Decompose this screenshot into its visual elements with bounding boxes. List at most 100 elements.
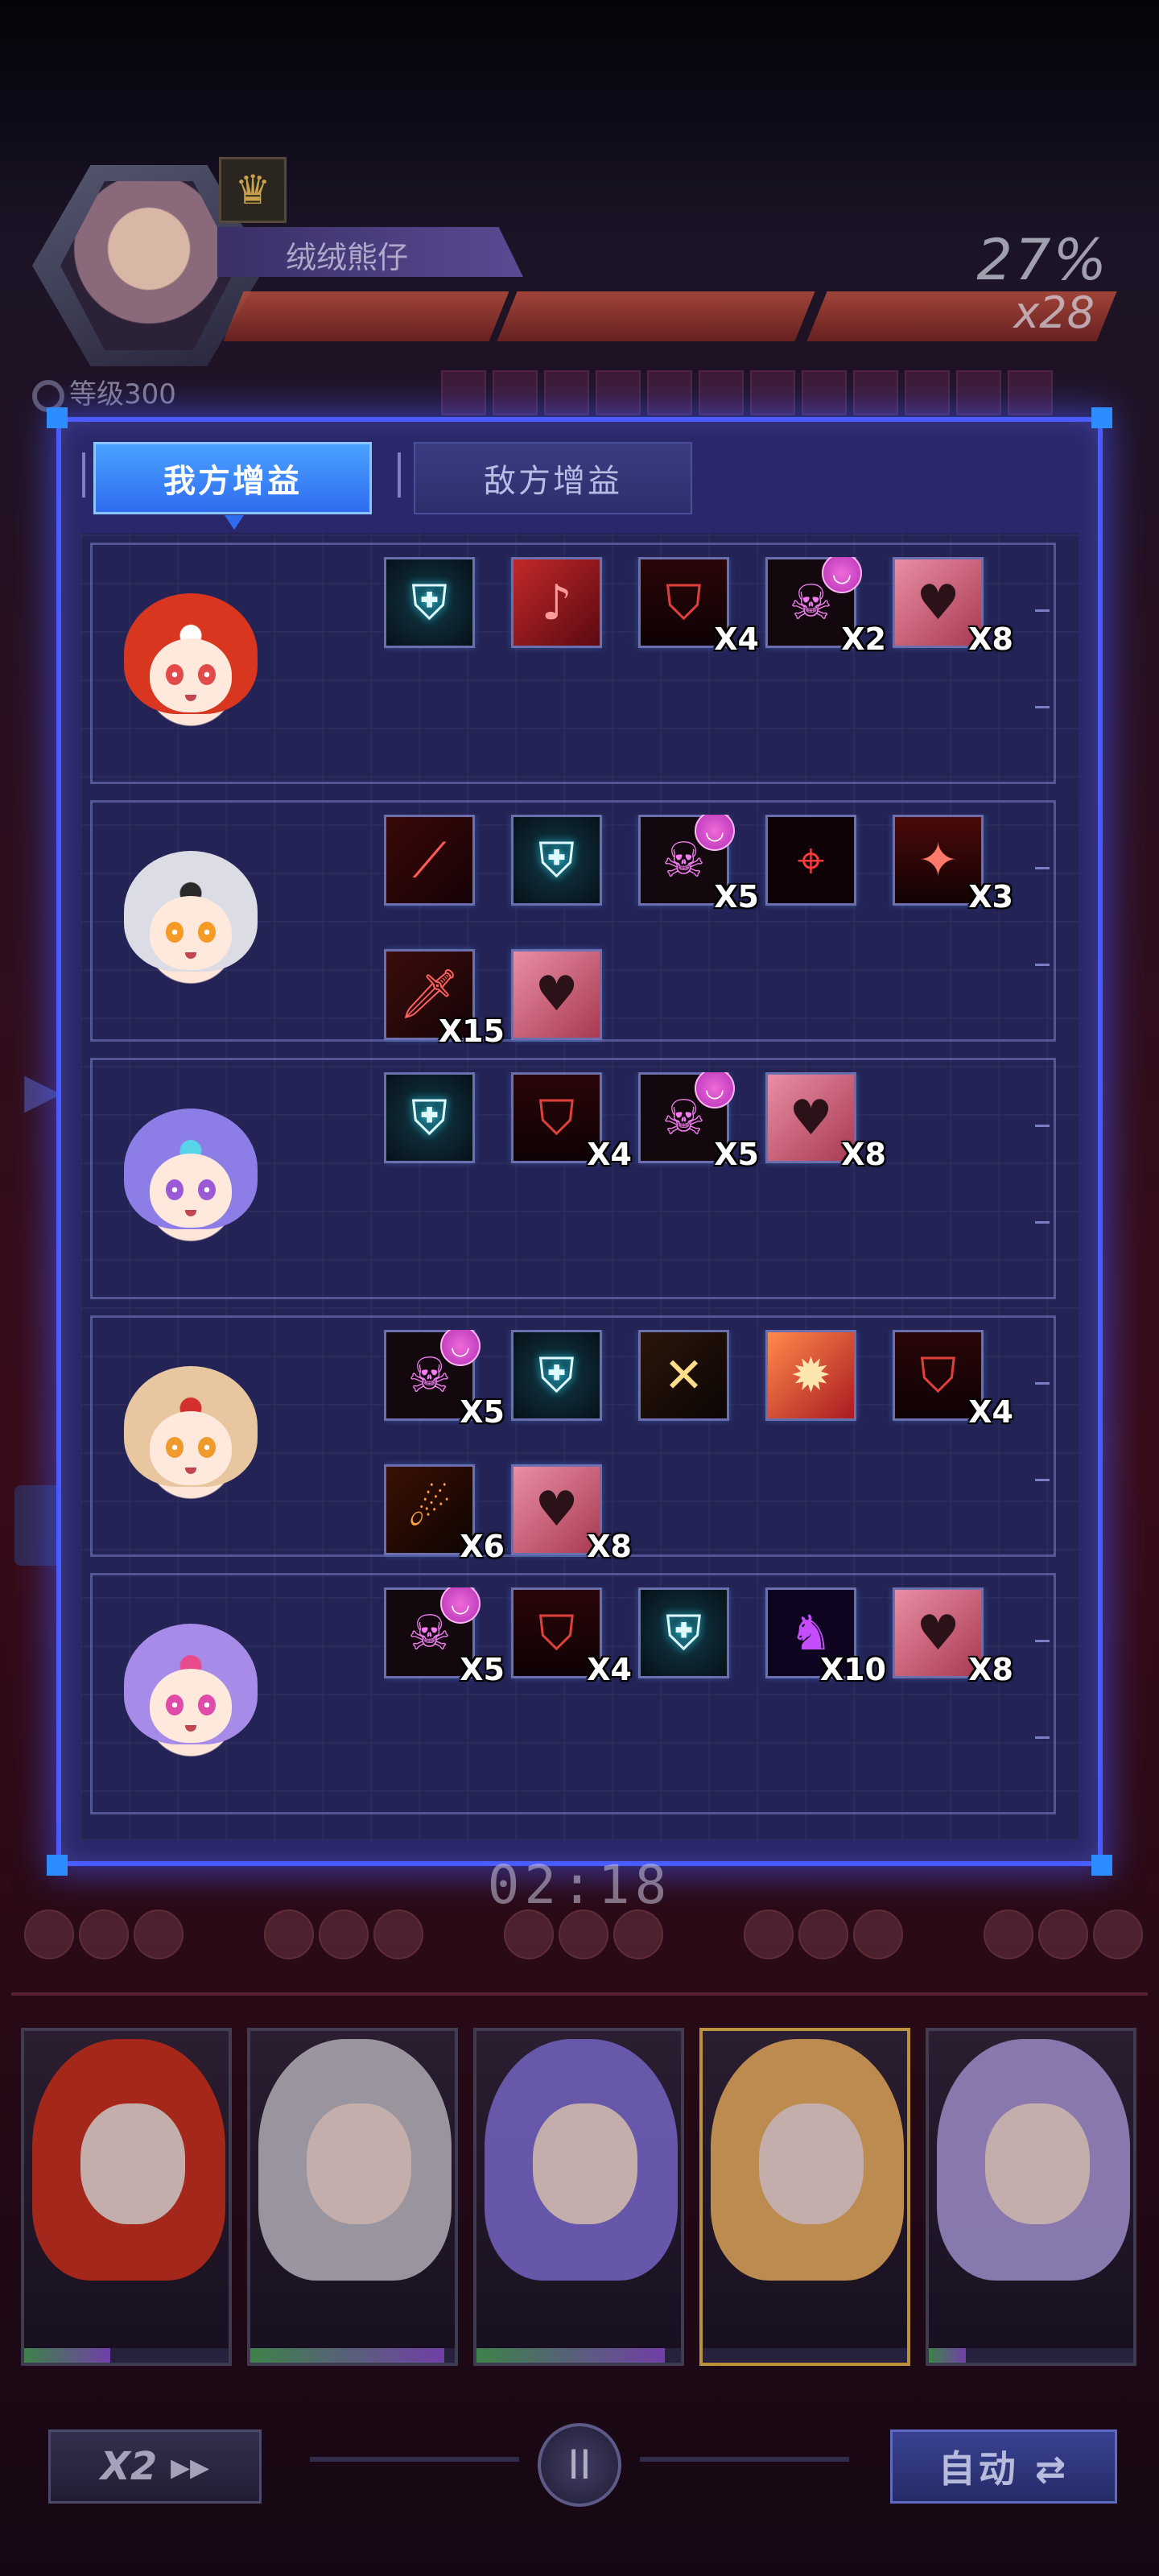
character-row: ⟋ ⛨ ☠ ◡ X5 ⌖ ✦ X3 🗡 X15 ♥	[90, 800, 1056, 1048]
avatar-face	[150, 1669, 232, 1743]
card-hp-fill	[24, 2348, 110, 2363]
debuff-icon	[905, 370, 950, 415]
tab-divider	[82, 452, 85, 497]
character-row: ☠ ◡ X5 ⛨ ✕ ✹ ⛉ X4 ☄ X6 ♥ X8	[90, 1315, 1056, 1563]
avatar-eye	[198, 1695, 216, 1715]
team-card[interactable]	[247, 2028, 458, 2366]
red-shield-icon[interactable]: ⛉ X4	[511, 1587, 632, 1687]
boss-hp-segment	[497, 291, 815, 341]
character-avatar	[106, 577, 275, 746]
red-blade-icon[interactable]: ⟋	[384, 815, 475, 906]
avatar-eye	[198, 664, 216, 685]
mini-buff-icon	[319, 1909, 369, 1959]
mini-buff-icon	[853, 1909, 903, 1959]
pink-skull-icon[interactable]: ☠ ◡ X5	[638, 815, 759, 914]
row-bracket	[90, 1318, 108, 1554]
character-row: ☠ ◡ X5 ⛉ X4 ⛨ ♞ X10 ♥ X8	[90, 1573, 1056, 1814]
heart-bear-icon[interactable]: ♥ X8	[511, 1463, 632, 1563]
avatar-eye	[166, 1179, 184, 1200]
buff-icon-grid: ⛨ ♪ ⛉ X4 ☠ ◡ X2 ♥ X8	[384, 557, 1060, 791]
pink-skull-icon[interactable]: ☠ ◡ X5	[384, 1587, 505, 1687]
heart-bear-icon[interactable]: ♥ X8	[765, 1072, 886, 1172]
buff-glyph: ⟋	[412, 832, 447, 889]
avatar-face	[150, 896, 232, 970]
pause-button[interactable]: II	[538, 2423, 621, 2507]
debuff-icon	[956, 370, 1001, 415]
mini-buff-icon	[1038, 1909, 1088, 1959]
pink-skull-icon[interactable]: ☠ ◡ X5	[638, 1072, 759, 1172]
debuff-icon	[750, 370, 795, 415]
buff-stack-count: X5	[460, 1652, 505, 1687]
character-avatar	[106, 1350, 275, 1519]
auto-battle-button[interactable]: 自动 ⇄	[890, 2429, 1117, 2504]
tab-ally-buffs[interactable]: 我方增益	[93, 442, 372, 530]
avatar-eye	[166, 1437, 184, 1458]
buff-icon-grid: ☠ ◡ X5 ⛨ ✕ ✹ ⛉ X4 ☄ X6 ♥ X8	[384, 1330, 1060, 1563]
red-knife-icon[interactable]: 🗡 X15	[384, 948, 505, 1048]
card-hp-bar	[703, 2348, 907, 2363]
card-hp-bar	[24, 2348, 229, 2363]
buff-stack-count: X5	[460, 1394, 505, 1430]
team-card[interactable]	[21, 2028, 232, 2366]
game-screen: ♛ 绒绒熊仔 27% x28 等级300 ▶ 我方增益 敌方增益 ⛨ ♪ ⛉ X4 ☠ ◡…	[0, 0, 1159, 2576]
card-hp-fill	[929, 2348, 966, 2363]
red-spark-icon[interactable]: ✦ X3	[893, 815, 1013, 914]
mini-buff-group	[504, 1909, 663, 1959]
smile-face-icon: ◡	[440, 1330, 481, 1366]
flame-sword-icon[interactable]: ☄ X6	[384, 1463, 505, 1563]
avatar-eye	[198, 1437, 216, 1458]
character-buff-list[interactable]: ⛨ ♪ ⛉ X4 ☠ ◡ X2 ♥ X8 ⟋ ⛨ ☠ ◡ X5 ⌖ ✦ X3 🗡 X15 ♥ ⛨ ⛉ X4 ☠ ◡ X5 ♥ X8 ☠ ◡…	[80, 533, 1079, 1840]
row-bracket	[90, 1060, 108, 1297]
card-hp-bar	[929, 2348, 1133, 2363]
heart-bear-icon[interactable]: ♥ X8	[893, 557, 1013, 657]
red-shield-icon[interactable]: ⛉ X4	[511, 1072, 632, 1172]
pink-skull-icon[interactable]: ☠ ◡ X2	[765, 557, 886, 657]
team-card[interactable]	[699, 2028, 910, 2366]
chat-side-tab[interactable]	[14, 1485, 63, 1566]
card-portrait-face	[533, 2103, 637, 2224]
character-avatar	[106, 1608, 275, 1777]
shield-icon[interactable]: ⛨	[638, 1587, 729, 1678]
character-avatar	[106, 1092, 275, 1261]
character-avatar	[106, 835, 275, 1004]
heart-bear-icon[interactable]: ♥	[511, 948, 602, 1040]
buff-stack-count: X3	[968, 879, 1013, 914]
shield-icon[interactable]: ⛨	[384, 1072, 475, 1163]
buff-glyph: ⛨	[538, 1347, 575, 1404]
speed-toggle-button[interactable]: X2 ▸▸	[48, 2429, 262, 2504]
team-card[interactable]	[926, 2028, 1136, 2366]
golden-wings-icon: ♛	[219, 157, 287, 223]
mini-buff-group	[744, 1909, 903, 1959]
buff-stack-count: X4	[968, 1394, 1013, 1430]
red-shield-icon[interactable]: ⛉ X4	[893, 1330, 1013, 1430]
golden-slash-icon[interactable]: ✕	[638, 1330, 729, 1421]
panel-corner	[1091, 407, 1112, 428]
debuff-icon	[544, 370, 589, 415]
avatar-face	[150, 1154, 232, 1228]
purple-dancer-icon[interactable]: ♞ X10	[765, 1587, 886, 1687]
team-card[interactable]	[473, 2028, 684, 2366]
fire-burst-icon[interactable]: ✹	[765, 1330, 856, 1421]
card-portrait-face	[80, 2103, 185, 2224]
buff-stack-count: X10	[819, 1652, 886, 1687]
card-hp-fill	[476, 2348, 665, 2363]
debuff-icon	[802, 370, 847, 415]
heart-bear-icon[interactable]: ♥ X8	[893, 1587, 1013, 1687]
mini-buff-icon	[24, 1909, 74, 1959]
smile-face-icon: ◡	[822, 557, 862, 593]
pink-skull-icon[interactable]: ☠ ◡ X5	[384, 1330, 505, 1430]
avatar-eye	[166, 922, 184, 943]
shield-icon[interactable]: ⛨	[384, 557, 475, 648]
red-shield-icon[interactable]: ⛉ X4	[638, 557, 759, 657]
shield-icon[interactable]: ⛨	[511, 815, 602, 906]
crosshair-icon[interactable]: ⌖	[765, 815, 856, 906]
mini-buff-icon	[613, 1909, 663, 1959]
debuff-icon	[441, 370, 486, 415]
shield-icon[interactable]: ⛨	[511, 1330, 602, 1421]
dancer-silhouette-icon[interactable]: ♪	[511, 557, 602, 648]
tab-enemy-buffs[interactable]: 敌方增益	[414, 442, 692, 514]
buff-stack-count: X5	[714, 879, 759, 914]
buff-panel: 我方增益 敌方增益 ⛨ ♪ ⛉ X4 ☠ ◡ X2 ♥ X8 ⟋ ⛨ ☠ ◡ X5 ⌖ ✦ X3 🗡 X15 ♥ ⛨ ⛉ X…	[47, 407, 1112, 1876]
buff-stack-count: X4	[587, 1652, 632, 1687]
card-portrait-face	[307, 2103, 411, 2224]
